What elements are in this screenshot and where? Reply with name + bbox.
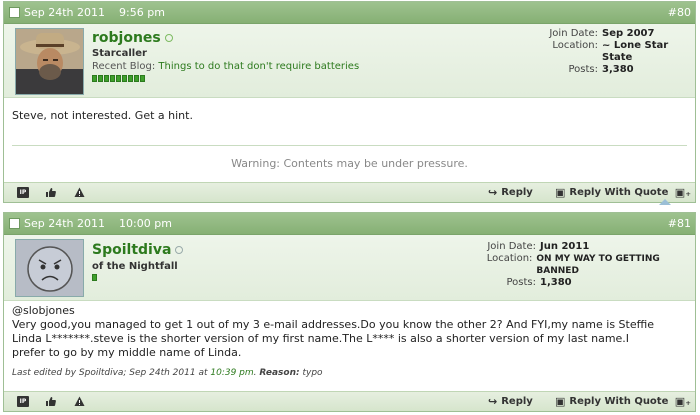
user-info-panel: Spoiltdiva of the Nightfall Join Date: Ju… [4,235,695,301]
quote-icon: ▣ [555,395,566,408]
post-body-line: prefer to go by my middle name of Linda. [12,346,242,359]
post-select-checkbox[interactable] [9,218,20,229]
warning-icon[interactable] [73,187,85,198]
thumbs-up-icon[interactable] [44,396,56,407]
edit-notice: Last edited by Spoiltdiva; Sep 24th 2011… [12,368,323,378]
post-body: @slobjones Very good,you managed to get … [12,304,687,360]
post-body: Steve, not interested. Get a hint. [12,109,193,122]
post-header: Sep 24th 2011 9:56 pm #80 [4,2,695,24]
multi-quote-icon[interactable]: ▣₊ [675,186,691,199]
location-label: Location: [552,40,598,51]
posts-count: 1,380 [540,277,572,288]
post-select-checkbox[interactable] [9,7,20,18]
multi-quote-icon[interactable]: ▣₊ [675,395,691,408]
warning-icon[interactable] [73,396,85,407]
post-number-link[interactable]: #80 [668,6,691,19]
thumbs-up-icon[interactable] [44,187,56,198]
reputation-bar [92,75,145,82]
post-date: Sep 24th 2011 10:00 pm [24,217,172,230]
reply-button[interactable]: ↪ Reply [488,186,533,199]
online-status-icon [164,34,173,42]
location-label: Location: [486,253,533,264]
reply-arrow-icon: ↪ [488,395,498,408]
post-body-line: Very good,you managed to get 1 out of my… [12,318,655,331]
signature: Warning: Contents may be under pressure. [231,157,468,170]
ip-icon[interactable]: IP [17,396,29,407]
post-number-link[interactable]: #81 [668,217,691,230]
location-value: ON MY WAY TO GETTING BANNED [536,254,660,276]
join-date-value: Sep 2007 [602,28,655,39]
post-footer: IP ↪ Reply ▣ Reply With Quote ▣₊ [4,391,695,411]
avatar[interactable] [15,239,84,297]
location-value: ~ Lone Star State [602,40,669,63]
reply-with-quote-button[interactable]: ▣ Reply With Quote [555,186,668,199]
join-date-label: Join Date: [487,241,536,252]
user-stats: Join Date: Jun 2011 Location: ON MY WAY TO… [478,241,695,289]
quote-icon: ▣ [555,186,566,199]
post-date: Sep 24th 2011 9:56 pm [24,6,165,19]
user-title: of the Nightfall [92,261,178,272]
posts-count: 3,380 [602,64,634,75]
user-title: Starcaller [92,48,147,59]
reply-with-quote-button[interactable]: ▣ Reply With Quote [555,395,668,408]
user-info-panel: robjones Starcaller Recent Blog: Things … [4,24,695,98]
post-81: Sep 24th 2011 10:00 pm #81 Spoiltdiva of… [3,212,696,412]
posts-label: Posts: [506,277,536,288]
reply-button[interactable]: ↪ Reply [488,395,533,408]
recent-blog-link[interactable]: Things to do that don't require batterie… [158,61,359,72]
post-footer: IP ↪ Reply ▣ Reply With Quote ▣₊ [4,182,695,202]
username-link[interactable]: robjones [92,30,173,46]
reputation-bar [92,274,97,281]
ip-icon[interactable]: IP [17,187,29,198]
post-header: Sep 24th 2011 10:00 pm #81 [4,213,695,235]
avatar[interactable] [15,28,84,95]
posts-label: Posts: [568,64,598,75]
join-date-label: Join Date: [549,28,598,39]
username-link[interactable]: Spoiltdiva [92,242,184,258]
recent-blog: Recent Blog: Things to do that don't req… [92,61,360,72]
scroll-up-arrow-icon[interactable] [659,199,671,205]
post-body-line: @slobjones [12,304,75,317]
user-stats: Join Date: Sep 2007 Location: ~ Lone Star … [539,28,692,76]
reply-arrow-icon: ↪ [488,186,498,199]
offline-status-icon [175,246,184,254]
join-date-value: Jun 2011 [540,241,590,252]
post-body-line: Linda L*******.steve is the shorter vers… [12,332,630,345]
post-80: Sep 24th 2011 9:56 pm #80 robjones Starc… [3,1,696,203]
signature-divider [12,145,687,146]
